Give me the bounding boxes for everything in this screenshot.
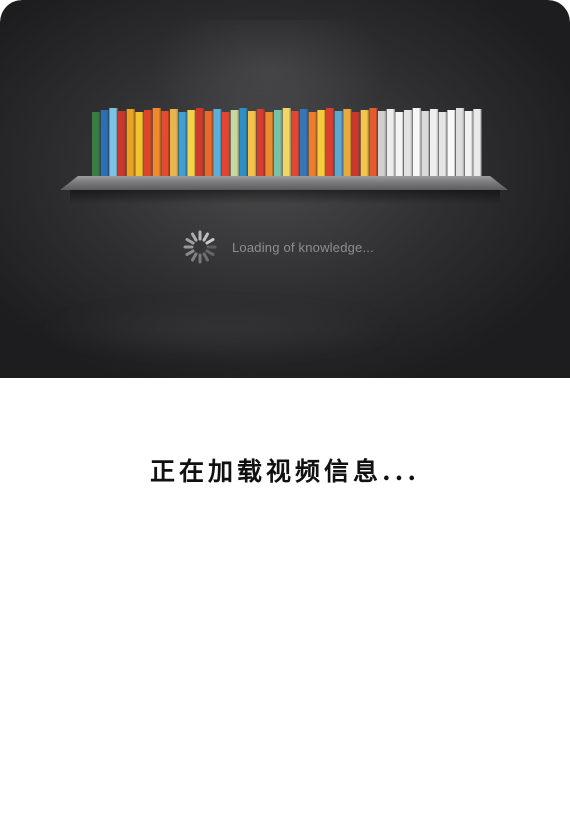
book-spine-shade xyxy=(272,112,274,184)
book-spine-shade xyxy=(332,108,335,184)
book-spine-shade xyxy=(185,112,187,184)
book-spine-shade xyxy=(306,109,309,184)
spinner-tick xyxy=(191,252,198,262)
book-spine-shade xyxy=(194,110,196,184)
book-spine-shade xyxy=(116,108,118,184)
spinner-tick xyxy=(202,232,209,242)
spinner-tick xyxy=(205,249,215,256)
book-spine-shade xyxy=(410,110,413,184)
book-spine-shade xyxy=(367,110,369,184)
loading-indicator: Loading of knowledge... xyxy=(183,230,374,264)
book-spine-shade xyxy=(159,108,161,184)
book-spine-shade xyxy=(324,110,326,184)
book-spine-shade xyxy=(124,111,127,184)
book-spine-shade xyxy=(445,112,447,184)
book-spine-shade xyxy=(419,108,421,184)
book-spine-shade xyxy=(471,111,473,184)
book-spine-shade xyxy=(202,108,205,184)
book-spine-shade xyxy=(341,111,343,184)
bookshelf-board xyxy=(60,176,508,190)
book-spine-shade xyxy=(237,110,239,184)
loading-screen: Loading of knowledge... 正在加载视频信息... xyxy=(0,0,570,820)
book-spine-shade xyxy=(289,108,291,184)
shelf-shadow xyxy=(70,190,500,204)
book-spine-shade xyxy=(480,109,482,184)
spinner-tick xyxy=(191,232,198,242)
book-spine-shade xyxy=(150,110,153,184)
book-spine-shade xyxy=(142,112,144,184)
book-spine-shade xyxy=(98,112,101,184)
loading-caption: Loading of knowledge... xyxy=(232,239,374,255)
book-spine-shade xyxy=(402,112,404,184)
book-spine-shade xyxy=(428,111,430,184)
book-spine-shade xyxy=(133,109,135,184)
book-spine-shade xyxy=(263,109,265,184)
spinner-tick xyxy=(185,249,195,256)
spinner-tick xyxy=(202,252,209,262)
book-spine-shade xyxy=(246,108,248,184)
book-spine-shade xyxy=(358,112,361,184)
book-spine-shade xyxy=(376,108,378,184)
book-spine-shade xyxy=(436,109,439,184)
book-spine-shade xyxy=(350,109,352,184)
loading-spinner-icon xyxy=(183,230,217,264)
book-spine-shade xyxy=(384,111,387,184)
book-spine-shade xyxy=(220,109,222,184)
book-spine-shade xyxy=(462,108,465,184)
spinner-tick xyxy=(185,238,195,245)
book-spine-shade xyxy=(280,110,283,184)
book-spine-shade xyxy=(254,111,257,184)
book-spine-shade xyxy=(107,110,109,184)
loading-status-message: 正在加载视频信息... xyxy=(149,457,421,486)
book-spine-shade xyxy=(315,112,317,184)
book-spine-shade xyxy=(176,109,179,184)
book-spine-shade xyxy=(454,110,456,184)
loading-banner: Loading of knowledge... xyxy=(0,0,570,378)
book-spine-shade xyxy=(393,109,395,184)
book-spine-shade xyxy=(298,111,300,184)
book-spine-shade xyxy=(228,112,231,184)
book-spine-shade xyxy=(211,111,213,184)
book-spine-shade xyxy=(168,111,170,184)
spinner-tick xyxy=(205,238,215,245)
